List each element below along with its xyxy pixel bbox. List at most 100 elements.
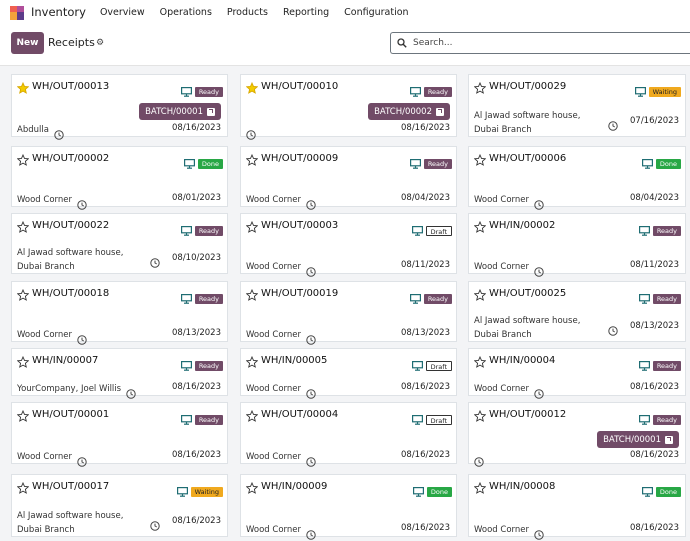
scheduled-date: 08/16/2023 bbox=[401, 450, 450, 460]
star-icon[interactable] bbox=[16, 353, 30, 372]
kanban-card[interactable]: WH/OUT/00013 Ready BATCH/00001 Abdulla 08/16… bbox=[11, 74, 228, 140]
kanban-card[interactable]: WH/OUT/00019 Ready Wood Corner 08/13/2023 bbox=[240, 281, 457, 345]
star-icon[interactable] bbox=[245, 353, 259, 372]
kanban-card[interactable]: WH/OUT/00029 Waiting Al Jawad software hou… bbox=[468, 74, 686, 137]
star-icon[interactable] bbox=[245, 151, 259, 170]
nav-products[interactable]: Products bbox=[227, 7, 268, 18]
kanban-card[interactable]: WH/OUT/00022 Ready Al Jawad software house… bbox=[11, 213, 228, 274]
batch-button[interactable]: BATCH/00001 bbox=[139, 103, 221, 120]
kanban-card[interactable]: WH/OUT/00012 Ready BATCH/00001 08/16/2023 bbox=[468, 402, 686, 467]
monitor-icon bbox=[176, 482, 188, 501]
partner-name: Wood Corner bbox=[17, 328, 72, 342]
app-name[interactable]: Inventory bbox=[31, 5, 86, 19]
star-icon[interactable] bbox=[16, 407, 30, 426]
record-reference: WH/OUT/00025 bbox=[489, 288, 567, 299]
star-icon[interactable] bbox=[16, 286, 30, 305]
star-icon[interactable] bbox=[245, 479, 259, 498]
kanban-card[interactable]: WH/IN/00007 Ready YourCompany, Joel Willis… bbox=[11, 348, 228, 399]
nav-overview[interactable]: Overview bbox=[100, 7, 145, 18]
kanban-card[interactable]: WH/IN/00009 Done Wood Corner 08/16/2023 bbox=[240, 474, 457, 540]
kanban-card[interactable]: WH/OUT/00009 Ready Wood Corner 08/04/2023 bbox=[240, 146, 457, 210]
partner-name-line: Wood Corner bbox=[474, 384, 529, 394]
clock-icon[interactable] bbox=[306, 195, 316, 214]
monitor-icon bbox=[180, 356, 192, 375]
scheduled-date: 08/16/2023 bbox=[401, 523, 450, 533]
clock-icon[interactable] bbox=[306, 525, 316, 541]
new-button[interactable]: New bbox=[11, 32, 44, 54]
gear-icon[interactable]: ⚙ bbox=[96, 38, 104, 48]
clock-icon[interactable] bbox=[306, 452, 316, 471]
nav-configuration[interactable]: Configuration bbox=[344, 7, 408, 18]
state-indicator: Ready bbox=[180, 410, 223, 429]
clock-icon[interactable] bbox=[534, 525, 544, 541]
state-indicator: Ready bbox=[180, 289, 223, 308]
star-icon[interactable] bbox=[16, 218, 30, 237]
star-icon[interactable] bbox=[473, 218, 487, 237]
batch-button[interactable]: BATCH/00001 bbox=[597, 431, 679, 448]
status-badge: Ready bbox=[423, 86, 452, 97]
search-icon bbox=[397, 38, 407, 48]
clock-icon[interactable] bbox=[150, 516, 160, 535]
kanban-card[interactable]: WH/OUT/00001 Ready Wood Corner 08/16/2023 bbox=[11, 402, 228, 467]
state-indicator: Done bbox=[412, 482, 452, 501]
star-icon[interactable] bbox=[245, 286, 259, 305]
kanban-card[interactable]: WH/OUT/00018 Ready Wood Corner 08/13/2023 bbox=[11, 281, 228, 345]
clock-icon[interactable] bbox=[534, 195, 544, 214]
clock-icon[interactable] bbox=[306, 262, 316, 281]
state-indicator: Ready bbox=[638, 221, 681, 240]
kanban-card[interactable]: WH/IN/00008 Done Wood Corner 08/16/2023 bbox=[468, 474, 686, 540]
star-icon[interactable] bbox=[16, 479, 30, 498]
star-icon[interactable] bbox=[245, 79, 259, 98]
clock-icon[interactable] bbox=[77, 330, 87, 349]
clock-icon[interactable] bbox=[246, 125, 256, 144]
kanban-card[interactable]: WH/OUT/00003 Draft Wood Corner 08/11/2023 bbox=[240, 213, 457, 277]
clock-icon[interactable] bbox=[77, 452, 87, 471]
clock-icon[interactable] bbox=[608, 116, 618, 135]
nav-operations[interactable]: Operations bbox=[160, 7, 212, 18]
kanban-card[interactable]: WH/OUT/00025 Ready Al Jawad software house… bbox=[468, 281, 686, 342]
kanban-card[interactable]: WH/IN/00002 Ready Wood Corner 08/11/2023 bbox=[468, 213, 686, 277]
kanban-card[interactable]: WH/OUT/00006 Done Wood Corner 08/04/2023 bbox=[468, 146, 686, 210]
clock-icon[interactable] bbox=[126, 384, 136, 403]
clock-icon[interactable] bbox=[77, 195, 87, 214]
clock-icon[interactable] bbox=[306, 330, 316, 349]
status-badge: Ready bbox=[652, 293, 681, 304]
star-icon[interactable] bbox=[473, 407, 487, 426]
kanban-card[interactable]: WH/OUT/00002 Done Wood Corner 08/01/2023 bbox=[11, 146, 228, 210]
kanban-card[interactable]: WH/IN/00004 Ready Wood Corner 08/16/2023 bbox=[468, 348, 686, 399]
scheduled-date: 08/16/2023 bbox=[630, 450, 679, 460]
star-icon[interactable] bbox=[473, 79, 487, 98]
clock-icon[interactable] bbox=[306, 384, 316, 403]
clock-icon[interactable] bbox=[150, 253, 160, 272]
nav-reporting[interactable]: Reporting bbox=[283, 7, 329, 18]
kanban-card[interactable]: WH/OUT/00010 Ready BATCH/00002 08/16/2023 bbox=[240, 74, 457, 140]
star-icon[interactable] bbox=[473, 353, 487, 372]
star-icon[interactable] bbox=[473, 286, 487, 305]
star-icon[interactable] bbox=[473, 479, 487, 498]
star-icon[interactable] bbox=[245, 407, 259, 426]
page-title[interactable]: Receipts bbox=[48, 36, 95, 49]
kanban-card[interactable]: WH/OUT/00017 Waiting Al Jawad software hou… bbox=[11, 474, 228, 537]
star-icon[interactable] bbox=[16, 151, 30, 170]
scheduled-date: 08/16/2023 bbox=[630, 382, 679, 392]
star-icon[interactable] bbox=[245, 218, 259, 237]
clock-icon[interactable] bbox=[534, 262, 544, 281]
status-badge: Done bbox=[655, 158, 681, 169]
scheduled-date: 08/11/2023 bbox=[401, 260, 450, 270]
status-badge: Ready bbox=[652, 225, 681, 236]
star-icon[interactable] bbox=[473, 151, 487, 170]
inventory-logo-icon[interactable] bbox=[10, 5, 24, 20]
clock-icon[interactable] bbox=[54, 125, 64, 144]
scheduled-date: 08/04/2023 bbox=[401, 193, 450, 203]
clock-icon[interactable] bbox=[608, 321, 618, 340]
batch-button[interactable]: BATCH/00002 bbox=[368, 103, 450, 120]
kanban-card[interactable]: WH/IN/00005 Draft Wood Corner 08/16/2023 bbox=[240, 348, 457, 399]
kanban-card[interactable]: WH/OUT/00004 Draft Wood Corner 08/16/2023 bbox=[240, 402, 457, 467]
monitor-icon bbox=[409, 82, 421, 101]
search-input[interactable] bbox=[413, 38, 663, 48]
clock-icon[interactable] bbox=[474, 452, 484, 471]
star-icon[interactable] bbox=[16, 79, 30, 98]
record-reference: WH/IN/00004 bbox=[489, 355, 556, 366]
clock-icon[interactable] bbox=[534, 384, 544, 403]
scheduled-date: 08/01/2023 bbox=[172, 193, 221, 203]
